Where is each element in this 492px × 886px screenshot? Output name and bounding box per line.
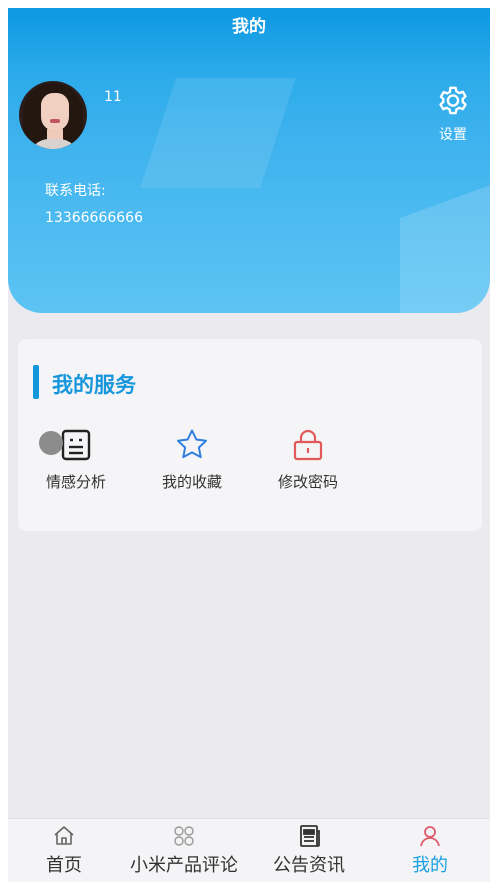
page-title: 我的	[232, 17, 266, 37]
header-decoration	[400, 177, 490, 313]
bottom-nav: 首页 小米产品评论 公告资讯 我的	[8, 818, 490, 882]
star-icon	[177, 429, 207, 459]
gear-icon	[439, 86, 467, 115]
nav-label: 小米产品评论	[130, 855, 238, 876]
avatar[interactable]	[19, 81, 87, 149]
home-icon	[54, 826, 74, 845]
nav-item-product-reviews[interactable]: 小米产品评论	[120, 819, 248, 882]
nav-item-announcements[interactable]: 公告资讯	[248, 819, 370, 882]
username: 11	[104, 89, 122, 105]
news-icon	[300, 825, 320, 847]
floating-dot[interactable]	[39, 431, 63, 455]
nav-label: 我的	[412, 855, 448, 876]
nav-label: 公告资讯	[273, 855, 345, 876]
app-screen: 我的 11 设置 联系电话: 13366666666 我的服务 情感分析 我的收…	[8, 8, 490, 882]
services-title: 我的服务	[52, 373, 136, 397]
service-change-password[interactable]: 修改密码	[258, 427, 358, 492]
analysis-icon	[61, 429, 91, 461]
profile-header: 我的 11 设置 联系电话: 13366666666	[8, 8, 490, 313]
nav-item-mine[interactable]: 我的	[370, 819, 490, 882]
user-icon	[420, 826, 440, 847]
avatar-lips	[50, 119, 60, 123]
nav-item-home[interactable]: 首页	[8, 819, 120, 882]
section-marker	[33, 365, 39, 399]
service-label: 情感分析	[45, 473, 106, 491]
service-favorites[interactable]: 我的收藏	[142, 427, 242, 492]
service-label: 修改密码	[277, 473, 338, 491]
grid-icon	[174, 826, 194, 846]
header-decoration	[140, 78, 296, 188]
services-card: 我的服务 情感分析 我的收藏 修改密码	[18, 339, 482, 531]
phone-label: 联系电话:	[45, 183, 106, 199]
avatar-face	[41, 93, 69, 131]
phone-number: 13366666666	[45, 210, 143, 226]
settings-button[interactable]: 设置	[431, 82, 475, 144]
lock-icon	[293, 429, 323, 461]
settings-label: 设置	[439, 127, 467, 143]
nav-label: 首页	[46, 855, 82, 876]
service-label: 我的收藏	[161, 473, 222, 491]
